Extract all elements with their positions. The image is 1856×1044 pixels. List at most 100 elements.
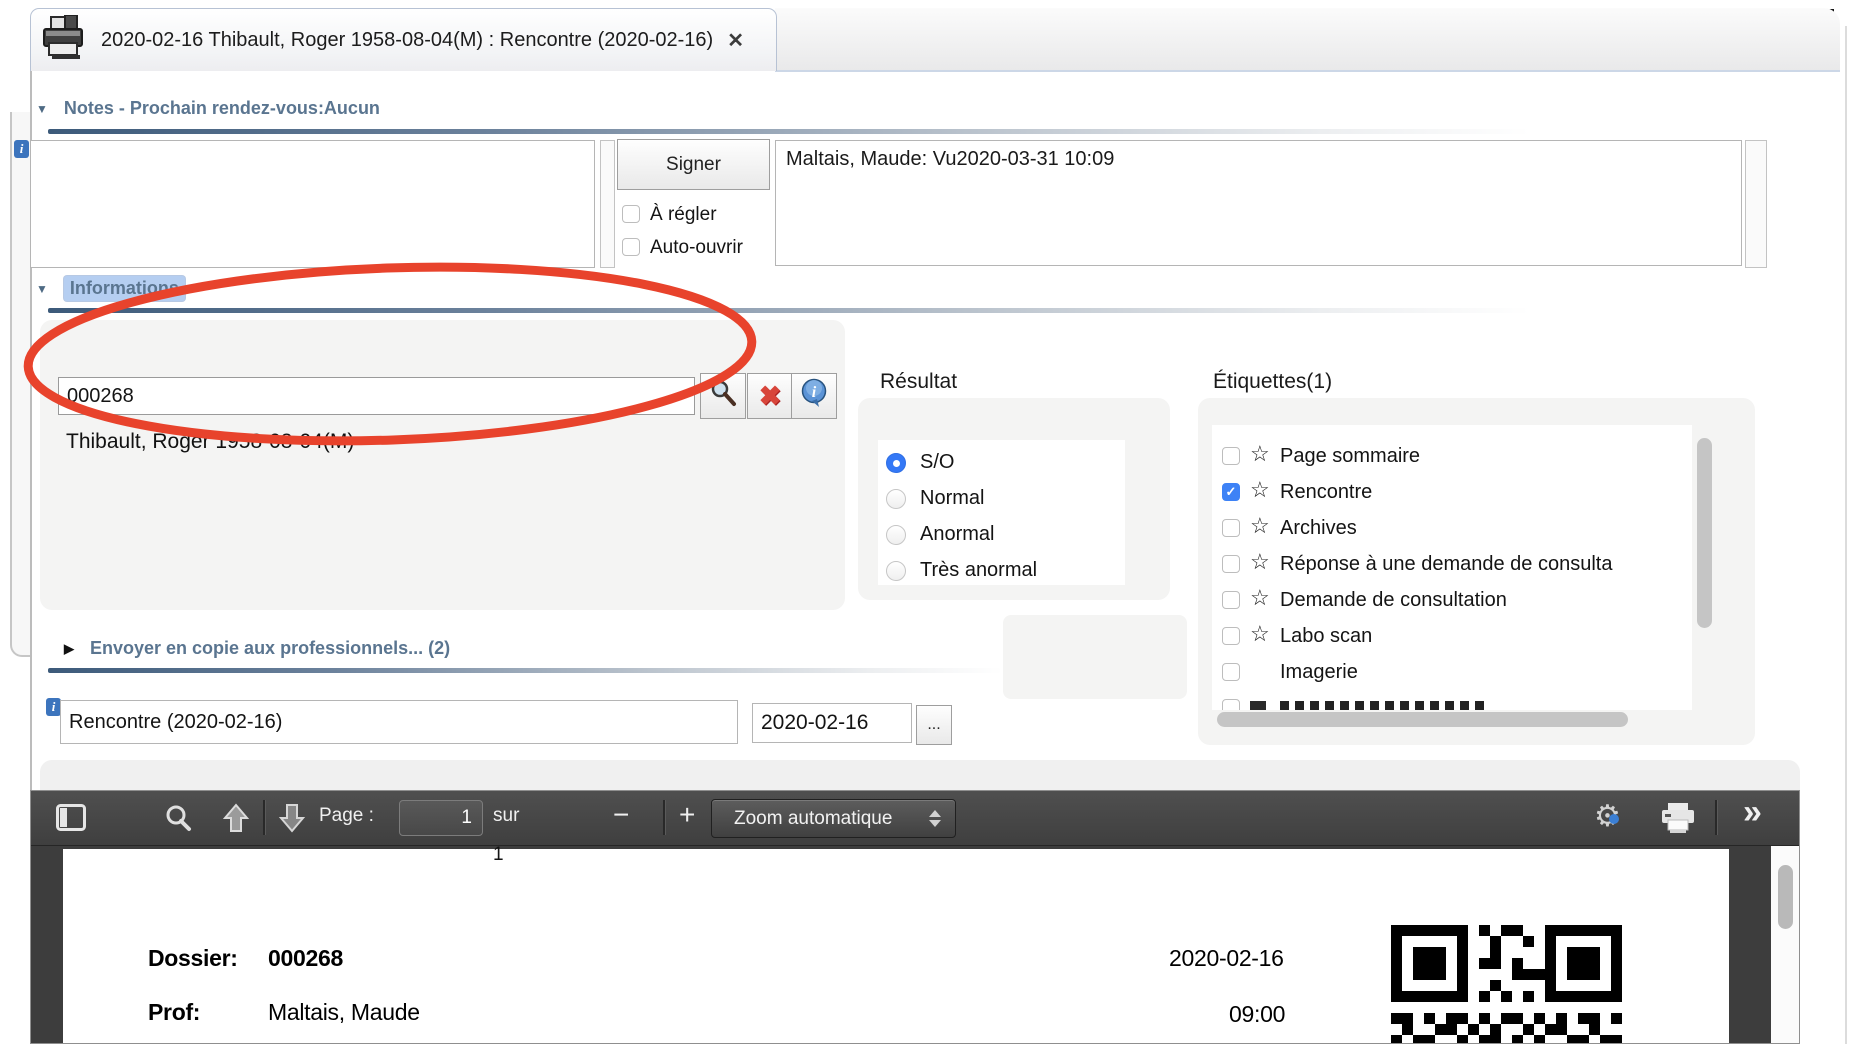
application-window: 2020-02-16 Thibault, Roger 1958-08-04(M)… — [0, 0, 1856, 1044]
etiquettes-list: ☆ Page sommaire ✓ ☆ Rencontre ☆ Archives… — [1212, 425, 1692, 710]
document-tab[interactable]: 2020-02-16 Thibault, Roger 1958-08-04(M)… — [30, 8, 777, 71]
dossier-value: 000268 — [268, 945, 343, 972]
pdf-scrollbar-thumb[interactable] — [1778, 865, 1793, 929]
star-icon: ☆ — [1250, 587, 1270, 609]
informations-header-label: Informations — [64, 276, 185, 301]
tab-title: 2020-02-16 Thibault, Roger 1958-08-04(M)… — [101, 29, 713, 52]
page-total-value: 1 — [493, 844, 504, 866]
notes-display-area[interactable]: Maltais, Maude: Vu2020-03-31 10:09 — [775, 140, 1742, 266]
sign-button[interactable]: Signer — [617, 139, 770, 190]
star-icon: ☆ — [1250, 551, 1270, 573]
radio-tres-anormal[interactable] — [886, 561, 906, 581]
radio-so[interactable] — [886, 453, 906, 473]
toolbar-separator — [663, 800, 665, 835]
etiquette-checkbox[interactable] — [1222, 555, 1240, 573]
etiquettes-horizontal-scrollbar[interactable] — [1217, 712, 1628, 727]
envoyer-section-header[interactable]: ▶ Envoyer en copie aux professionnels...… — [64, 638, 450, 659]
etiquette-checkbox[interactable] — [1222, 447, 1240, 465]
qr-code — [1391, 925, 1622, 1044]
radio-anormal[interactable] — [886, 525, 906, 545]
zoom-in-icon[interactable]: + — [679, 799, 695, 831]
etiquette-checkbox-clipped[interactable] — [1222, 699, 1240, 710]
etiquette-label: Rencontre — [1280, 481, 1372, 504]
radio-anormal-label: Anormal — [920, 523, 994, 546]
informations-section-header[interactable]: ▼ Informations — [36, 276, 185, 301]
search-icon[interactable] — [163, 803, 193, 838]
notes-textarea-scrollbar[interactable] — [600, 140, 615, 268]
patient-info-button[interactable]: i — [791, 373, 837, 419]
more-button-label: ... — [927, 716, 940, 734]
toolbar-separator — [263, 800, 265, 835]
toolbar-more-icon[interactable]: » — [1743, 793, 1762, 832]
patient-panel — [40, 320, 845, 610]
clear-x-icon: ✖ — [759, 381, 782, 412]
notes-display-scrollbar[interactable] — [1745, 140, 1767, 268]
etiquette-checkbox[interactable] — [1222, 591, 1240, 609]
etiquette-label: Réponse à une demande de consulta — [1280, 553, 1612, 576]
resultat-radio-group: S/O Normal Anormal Très anormal — [878, 440, 1125, 585]
sidebar-toggle-icon[interactable] — [56, 804, 86, 836]
etiquette-checkbox[interactable] — [1222, 627, 1240, 645]
pdf-toolbar: Page : sur − + Zoom automatique ⚙ — [31, 791, 1799, 846]
auto-ouvrir-checkbox[interactable] — [622, 238, 640, 256]
a-regler-label: À régler — [650, 204, 717, 226]
window-right-border — [1845, 26, 1847, 1044]
star-icon: ☆ — [1250, 479, 1270, 501]
collapse-triangle-icon[interactable]: ▼ — [36, 102, 48, 116]
radio-tres-anormal-label: Très anormal — [920, 559, 1037, 582]
sign-button-label: Signer — [666, 154, 721, 176]
zoom-out-icon[interactable]: − — [613, 799, 629, 831]
patient-name: Thibault, Roger 1958-08-04(M) — [66, 430, 354, 454]
search-icon — [709, 379, 737, 413]
pdf-page: Dossier: 000268 Prof: Maltais, Maude 202… — [63, 849, 1729, 1044]
zoom-select-value: Zoom automatique — [734, 808, 892, 830]
notes-display-text: Maltais, Maude: Vu2020-03-31 10:09 — [786, 148, 1114, 170]
star-icon: ☆ — [1250, 515, 1270, 537]
informations-divider — [48, 308, 1530, 313]
patient-id-input[interactable] — [58, 377, 695, 415]
next-page-icon[interactable] — [275, 801, 309, 840]
collapse-triangle-icon[interactable]: ▼ — [36, 282, 48, 296]
tab-close-icon[interactable]: ✕ — [727, 28, 744, 53]
clipped-row-text — [1280, 701, 1490, 710]
background-panel-edge — [10, 112, 31, 657]
etiquette-label: Archives — [1280, 517, 1357, 540]
radio-normal[interactable] — [886, 489, 906, 509]
print-icon[interactable] — [1659, 802, 1697, 839]
window-header — [775, 8, 1840, 72]
etiquettes-vertical-scrollbar[interactable] — [1697, 438, 1712, 628]
notes-textarea[interactable] — [30, 140, 595, 268]
select-arrows-icon — [929, 810, 941, 827]
document-title-input[interactable] — [60, 700, 738, 744]
etiquette-checkbox-checked[interactable]: ✓ — [1222, 483, 1240, 501]
document-time: 09:00 — [1229, 1001, 1285, 1028]
radio-so-label: S/O — [920, 451, 954, 474]
svg-text:i: i — [812, 384, 817, 401]
spacer-panel — [1003, 615, 1187, 699]
page-total-label: sur — [493, 805, 519, 827]
etiquettes-label: Étiquettes(1) — [1213, 370, 1332, 394]
etiquette-label: Demande de consultation — [1280, 589, 1507, 612]
star-icon: ☆ — [1250, 623, 1270, 645]
notes-header-label: Notes - Prochain rendez-vous:Aucun — [64, 98, 380, 119]
clipped-row-glyph — [1250, 701, 1266, 710]
patient-search-button[interactable] — [700, 373, 746, 419]
notes-section-header[interactable]: ▼ Notes - Prochain rendez-vous:Aucun — [36, 98, 380, 119]
pdf-viewer: Page : sur − + Zoom automatique ⚙ — [30, 790, 1800, 1044]
dossier-label: Dossier: — [148, 945, 238, 972]
info-bubble-icon: i — [799, 378, 829, 414]
previous-page-icon[interactable] — [219, 801, 253, 840]
etiquette-checkbox[interactable] — [1222, 519, 1240, 537]
patient-clear-button[interactable]: ✖ — [747, 373, 793, 419]
page-number-input[interactable] — [399, 800, 483, 836]
etiquette-label: Imagerie — [1280, 661, 1358, 684]
zoom-select[interactable]: Zoom automatique — [711, 799, 956, 838]
a-regler-checkbox[interactable] — [622, 205, 640, 223]
etiquette-label: Labo scan — [1280, 625, 1372, 648]
info-badge-icon: i — [46, 698, 61, 716]
expand-triangle-icon[interactable]: ▶ — [64, 641, 74, 657]
date-picker-button[interactable]: ... — [916, 705, 952, 745]
etiquette-checkbox[interactable] — [1222, 663, 1240, 681]
toolbar-separator — [1715, 800, 1717, 835]
document-date-input[interactable] — [752, 703, 912, 743]
